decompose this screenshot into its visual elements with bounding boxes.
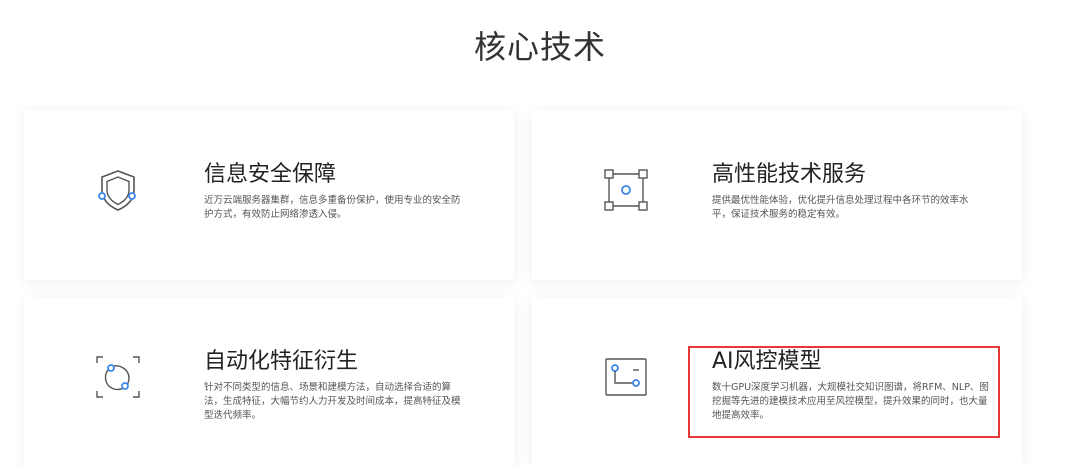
feature-card-info-security: 信息安全保障 近万云端服务器集群，信息多重备份保护，使用专业的安全防护方式，有效… [24, 110, 514, 280]
card-description: 提供最优性能体验，优化提升信息处理过程中各环节的效率水平，保证技术服务的稳定有效… [712, 195, 969, 220]
performance-nodes-icon [602, 166, 650, 214]
card-description: 近万云端服务器集群，信息多重备份保护，使用专业的安全防护方式，有效防止网络渗透入… [204, 195, 461, 220]
shield-icon [94, 166, 142, 214]
card-title: 信息安全保障 [204, 162, 337, 187]
feature-card-auto-feature: 自动化特征衍生 针对不同类型的信息、场景和建模方法，自动选择合适的算法，生成特征… [24, 297, 514, 466]
ai-model-icon [602, 353, 650, 401]
feature-card-high-performance: 高性能技术服务 提供最优性能体验，优化提升信息处理过程中各环节的效率水平，保证技… [532, 110, 1022, 280]
auto-feature-icon [94, 353, 142, 401]
card-title: AI风控模型 [712, 349, 822, 374]
page-title: 核心技术 [473, 28, 606, 66]
card-title: 自动化特征衍生 [204, 349, 359, 374]
card-description: 针对不同类型的信息、场景和建模方法，自动选择合适的算法，生成特征，大幅节约人力开… [204, 382, 461, 421]
card-title: 高性能技术服务 [712, 162, 867, 187]
card-description: 数十GPU深度学习机器，大规模社交知识图谱，将RFM、NLP、图挖掘等先进的建模… [712, 382, 989, 421]
feature-card-ai-risk-model: AI风控模型 数十GPU深度学习机器，大规模社交知识图谱，将RFM、NLP、图挖… [532, 297, 1022, 466]
